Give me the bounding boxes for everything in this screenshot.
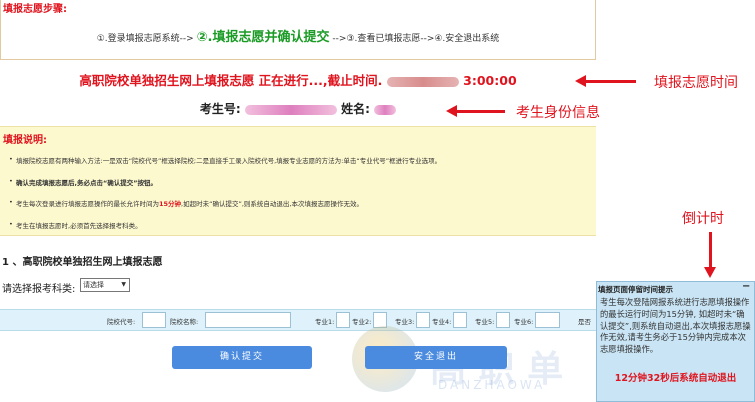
major1-input[interactable] bbox=[336, 312, 350, 328]
deadline-redacted bbox=[386, 76, 459, 87]
instruction-item: 考生每次登录进行填报志愿操作的最长允许时间为15分钟,如超时未“确认提交”,则系… bbox=[9, 198, 363, 208]
instruction-item: 填报院校志愿有两种输入方法:一是双击“院校代号”框选择院校;二是直接手工录入院校… bbox=[9, 155, 441, 165]
safe-exit-button[interactable]: 安全退出 bbox=[365, 346, 507, 369]
obey-label: 是否 bbox=[578, 318, 591, 326]
name-label: 姓名: bbox=[341, 102, 370, 116]
candidate-no-redacted bbox=[244, 104, 337, 115]
instructions-heading: 填报说明: bbox=[3, 135, 47, 146]
major5-input[interactable] bbox=[496, 312, 510, 328]
instruction-item: 确认完成填报志愿后,务必点击“确认提交”按钮。 bbox=[9, 177, 157, 187]
minimize-icon[interactable]: − bbox=[742, 281, 750, 292]
step-2-current: ②.填报志愿并确认提交 bbox=[196, 30, 330, 45]
instruction-item: 考生在填报志愿时,必须首先选择报考科类。 bbox=[9, 220, 142, 230]
confirm-submit-button[interactable]: 确认提交 bbox=[172, 346, 312, 369]
annotation-arrow-identity bbox=[446, 105, 505, 117]
school-code-input[interactable] bbox=[142, 312, 166, 328]
step-1: ①.登录填报志愿系统--> bbox=[96, 34, 194, 44]
popup-countdown: 12分钟32秒后系统自动退出 bbox=[614, 373, 737, 384]
school-code-label: 院校代号: bbox=[107, 318, 136, 326]
step-3-4: -->③.查看已填报志愿-->④.安全退出系统 bbox=[332, 34, 500, 44]
annotation-countdown: 倒计时 bbox=[682, 211, 724, 227]
school-name-input[interactable] bbox=[205, 312, 291, 328]
popup-title: 填报页面停留时间提示 bbox=[598, 285, 673, 294]
annotation-arrow-deadline bbox=[575, 75, 636, 87]
watermark-subtext: DANZHAOWA bbox=[438, 378, 546, 392]
category-select[interactable]: 请选择 ▼ bbox=[80, 278, 130, 292]
deadline-text: 高职院校单独招生网上填报志愿 正在进行...,截止时间. bbox=[79, 73, 383, 88]
major1-label: 专业1: bbox=[315, 318, 335, 326]
school-name-label: 院校名称: bbox=[170, 318, 199, 326]
major4-input[interactable] bbox=[453, 312, 467, 328]
deadline-time: 3:00:00 bbox=[463, 73, 517, 88]
major3-label: 专业3: bbox=[395, 318, 415, 326]
major3-input[interactable] bbox=[416, 312, 430, 328]
annotation-identity: 考生身份信息 bbox=[516, 105, 600, 121]
deadline-status: 高职院校单独招生网上填报志愿 正在进行...,截止时间. 3:00:00 bbox=[0, 70, 596, 89]
major6-input[interactable] bbox=[535, 312, 560, 328]
chevron-down-icon: ▼ bbox=[121, 281, 126, 288]
candidate-info: 考生号: 姓名: bbox=[0, 100, 596, 117]
section-title: 1 、高职院校单独招生网上填报志愿 bbox=[2, 257, 163, 268]
annotation-deadline: 填报志愿时间 bbox=[654, 75, 738, 91]
popup-body: 考生每次登陆网报系统进行志愿填报操作的最长运行时间为15分钟, 如超时未“确认提… bbox=[600, 297, 751, 355]
steps-heading: 填报志愿步骤: bbox=[3, 4, 67, 15]
major2-label: 专业2: bbox=[352, 318, 372, 326]
annotation-arrow-countdown bbox=[704, 232, 716, 278]
major4-label: 专业4: bbox=[432, 318, 452, 326]
category-label: 请选择报考科类: bbox=[2, 284, 76, 295]
name-redacted bbox=[374, 104, 397, 115]
major6-label: 专业6: bbox=[514, 318, 534, 326]
candidate-no-label: 考生号: bbox=[199, 102, 241, 116]
steps-row: ①.登录填报志愿系统--> ②.填报志愿并确认提交 -->③.查看已填报志愿--… bbox=[0, 26, 596, 45]
major5-label: 专业5: bbox=[475, 318, 495, 326]
